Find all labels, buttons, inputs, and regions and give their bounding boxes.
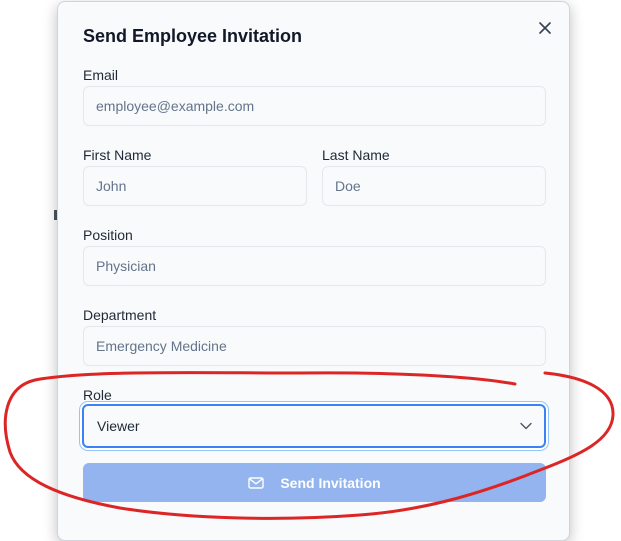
- department-field[interactable]: [83, 326, 546, 366]
- email-label: Email: [83, 67, 119, 83]
- last-name-label: Last Name: [322, 147, 390, 163]
- chevron-down-icon: [520, 417, 532, 435]
- dialog-title: Send Employee Invitation: [83, 26, 303, 46]
- send-invitation-button[interactable]: Send Invitation: [83, 463, 546, 502]
- close-icon: [539, 22, 551, 34]
- role-select[interactable]: Viewer: [82, 404, 546, 448]
- send-invitation-label: Send Invitation: [280, 474, 381, 491]
- department-label: Department: [83, 307, 157, 323]
- role-selected-value: Viewer: [97, 418, 140, 434]
- first-name-field[interactable]: [83, 166, 307, 206]
- mail-icon: [248, 476, 265, 489]
- last-name-field[interactable]: [322, 166, 546, 206]
- position-label: Position: [83, 227, 133, 243]
- position-field[interactable]: [83, 246, 546, 286]
- close-button[interactable]: [535, 18, 555, 38]
- invitation-dialog: Send Employee Invitation Email First Nam…: [57, 1, 570, 541]
- first-name-label: First Name: [83, 147, 152, 163]
- role-label: Role: [83, 387, 112, 403]
- email-field[interactable]: [83, 86, 546, 126]
